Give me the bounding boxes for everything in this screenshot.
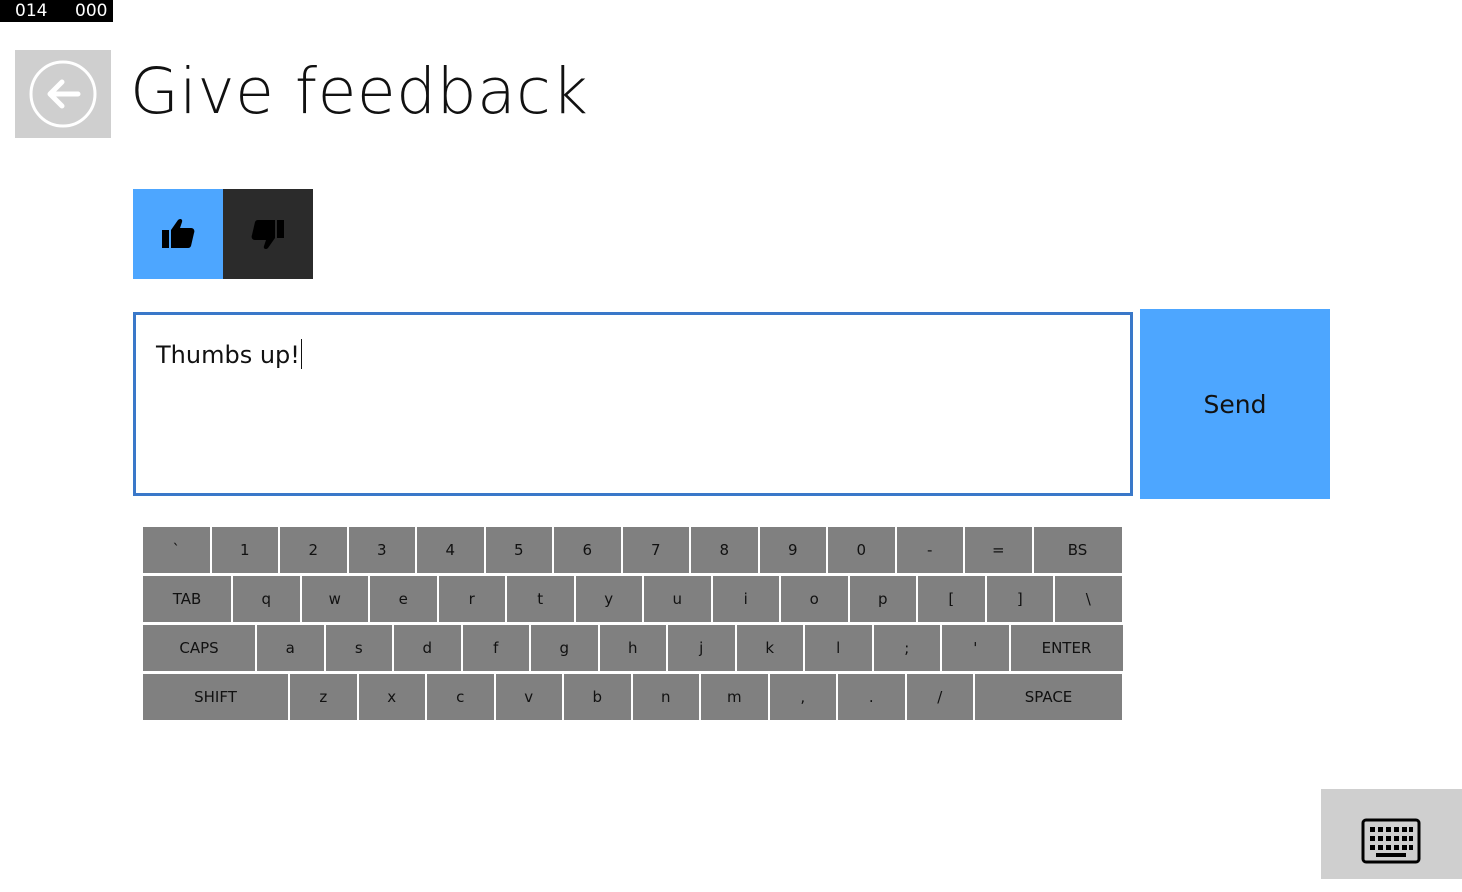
- frame-counter: 014 000: [0, 0, 113, 22]
- key-p[interactable]: p: [849, 576, 916, 622]
- key-s[interactable]: s: [325, 625, 392, 671]
- key-w[interactable]: w: [301, 576, 368, 622]
- page-title: Give feedback: [130, 55, 589, 128]
- key-0[interactable]: 0: [828, 527, 895, 573]
- key-r[interactable]: r: [438, 576, 505, 622]
- key-u[interactable]: u: [644, 576, 711, 622]
- feedback-textarea[interactable]: Thumbs up!: [133, 312, 1133, 496]
- key-a[interactable]: a: [257, 625, 324, 671]
- key-c[interactable]: c: [427, 674, 494, 720]
- key-i[interactable]: i: [712, 576, 779, 622]
- keyboard-toggle-button[interactable]: [1321, 789, 1462, 879]
- key-space[interactable]: SPACE: [975, 674, 1122, 720]
- thumbs-up-icon: [162, 218, 195, 248]
- key-5[interactable]: 5: [485, 527, 552, 573]
- counter-right: 000: [75, 1, 108, 21]
- key-symbol[interactable]: ]: [986, 576, 1053, 622]
- key-j[interactable]: j: [668, 625, 735, 671]
- key-4[interactable]: 4: [417, 527, 484, 573]
- key-o[interactable]: o: [781, 576, 848, 622]
- key-caps[interactable]: CAPS: [143, 625, 255, 671]
- keyboard-icon: [1361, 818, 1421, 864]
- arrow-left-circle-icon: [29, 60, 97, 128]
- thumbs-down-button[interactable]: [223, 189, 313, 279]
- key-symbol[interactable]: .: [838, 674, 905, 720]
- thumbs-up-button[interactable]: [133, 189, 223, 279]
- key-e[interactable]: e: [370, 576, 437, 622]
- key-n[interactable]: n: [632, 674, 699, 720]
- key-symbol[interactable]: [: [918, 576, 985, 622]
- key-b[interactable]: b: [564, 674, 631, 720]
- key-h[interactable]: h: [599, 625, 666, 671]
- key-8[interactable]: 8: [691, 527, 758, 573]
- key-symbol[interactable]: /: [906, 674, 973, 720]
- key-x[interactable]: x: [358, 674, 425, 720]
- key-m[interactable]: m: [701, 674, 768, 720]
- key-q[interactable]: q: [233, 576, 300, 622]
- key-3[interactable]: 3: [348, 527, 415, 573]
- key-y[interactable]: y: [575, 576, 642, 622]
- key-symbol[interactable]: ;: [873, 625, 940, 671]
- counter-left: 014: [15, 1, 48, 21]
- key-d[interactable]: d: [394, 625, 461, 671]
- keyboard-row: ` 1 2 3 4 5 6 7 8 9 0- = BS: [143, 527, 1123, 573]
- key-bs[interactable]: BS: [1033, 527, 1122, 573]
- keyboard-row: CAPS a s d f g h j k l; ' ENTER: [143, 625, 1123, 671]
- keyboard-row: SHIFT z x c v b n m,. / SPACE: [143, 674, 1123, 720]
- key-6[interactable]: 6: [554, 527, 621, 573]
- key-symbol[interactable]: `: [143, 527, 210, 573]
- thumbs-down-icon: [251, 220, 284, 250]
- keyboard-row: TAB q w e r t y u i o p[] \: [143, 576, 1123, 622]
- feedback-text: Thumbs up!: [156, 341, 300, 369]
- key-g[interactable]: g: [531, 625, 598, 671]
- key-symbol[interactable]: -: [896, 527, 963, 573]
- key-7[interactable]: 7: [622, 527, 689, 573]
- key-z[interactable]: z: [290, 674, 357, 720]
- text-caret: [300, 339, 302, 369]
- key-k[interactable]: k: [736, 625, 803, 671]
- back-button[interactable]: [15, 50, 111, 138]
- key-l[interactable]: l: [805, 625, 872, 671]
- key-tab[interactable]: TAB: [143, 576, 231, 622]
- key-v[interactable]: v: [495, 674, 562, 720]
- key-shift[interactable]: SHIFT: [143, 674, 288, 720]
- key-t[interactable]: t: [507, 576, 574, 622]
- key-9[interactable]: 9: [759, 527, 826, 573]
- key-symbol[interactable]: ': [942, 625, 1009, 671]
- key-2[interactable]: 2: [280, 527, 347, 573]
- send-button[interactable]: Send: [1140, 309, 1330, 499]
- key-enter[interactable]: ENTER: [1010, 625, 1123, 671]
- key-1[interactable]: 1: [211, 527, 278, 573]
- on-screen-keyboard: ` 1 2 3 4 5 6 7 8 9 0- = BS TAB q w e r t y u i o p[] \ CAPS a s d f g…: [143, 527, 1123, 723]
- key-symbol[interactable]: \: [1055, 576, 1122, 622]
- key-f[interactable]: f: [462, 625, 529, 671]
- send-label: Send: [1203, 389, 1267, 419]
- key-symbol[interactable]: ,: [769, 674, 836, 720]
- key-symbol[interactable]: =: [965, 527, 1032, 573]
